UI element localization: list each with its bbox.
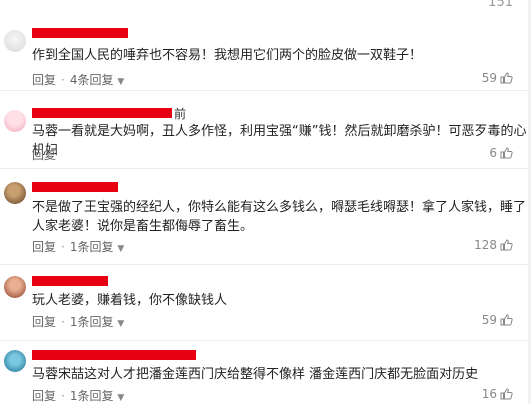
thumbs-up-icon	[500, 239, 513, 251]
like-count: 59	[481, 71, 497, 85]
chevron-down-icon: ▼	[117, 244, 125, 254]
thumbs-up-icon	[500, 72, 513, 84]
comment-text: 玩人老婆，赚着钱，你不像缺钱人	[32, 293, 228, 308]
comment-item: 前 马蓉一看就是大妈啊，丑人多作怪，利用宝强“赚”钱！然后就卸磨杀驴！可恶歹毒的…	[0, 90, 531, 169]
comment-item: 不是做了王宝强的经纪人，你特么能有这么多钱么，嘚瑟毛线嘚瑟！拿了人家钱，睡了人家…	[0, 168, 531, 265]
comment-text: 马蓉宋喆这对人才把潘金莲西门庆给整得不像样 潘金莲西门庆都无脸面对历史	[32, 367, 479, 382]
comment-meta: 回复 · 1条回复 ▼	[32, 240, 125, 254]
chevron-down-icon: ▼	[117, 77, 125, 87]
view-replies-link[interactable]: 4条回复	[70, 73, 114, 87]
comment-text: 马蓉一看就是大妈啊，丑人多作怪，利用宝强“赚”钱！然后就卸磨杀驴！可恶歹毒的心机…	[32, 124, 527, 158]
chevron-down-icon: ▼	[117, 393, 125, 403]
avatar[interactable]	[4, 182, 26, 204]
reply-button[interactable]: 回复	[32, 240, 56, 254]
thumbs-up-icon	[500, 314, 513, 326]
like-button[interactable]: 128	[474, 238, 513, 252]
previous-comment-likes[interactable]: 151	[488, 0, 513, 10]
comment-text: 不是做了王宝强的经纪人，你特么能有这么多钱么，嘚瑟毛线嘚瑟！拿了人家钱，睡了人家…	[32, 200, 527, 234]
reply-button[interactable]: 回复	[32, 389, 56, 403]
like-count: 128	[474, 238, 497, 252]
like-button[interactable]: 6	[489, 146, 513, 160]
avatar[interactable]	[4, 350, 26, 372]
like-button[interactable]: 59	[482, 71, 513, 85]
username-redacted	[32, 28, 128, 38]
view-replies-link[interactable]: 1条回复	[70, 240, 114, 254]
comment-text: 作到全国人民的唾弃也不容易！我想用它们两个的脸皮做一双鞋子！	[32, 48, 423, 63]
comment-feed: 151 作到全国人民的唾弃也不容易！我想用它们两个的脸皮做一双鞋子！ 回复 · 4条…	[0, 0, 531, 404]
comment-item: 玩人老婆，赚着钱，你不像缺钱人 回复 · 1条回复 ▼ 59	[0, 264, 531, 341]
reply-button[interactable]: 回复	[32, 315, 56, 329]
view-replies-link[interactable]: 1条回复	[70, 389, 114, 403]
comment-meta: 回复	[32, 146, 56, 163]
comment-meta: 回复 · 4条回复 ▼	[32, 73, 125, 87]
comment-item: 马蓉宋喆这对人才把潘金莲西门庆给整得不像样 潘金莲西门庆都无脸面对历史 回复 · 1…	[0, 340, 531, 404]
like-button[interactable]: 16	[482, 387, 513, 401]
avatar[interactable]	[4, 276, 26, 298]
like-count: 151	[488, 0, 513, 10]
view-replies-link[interactable]: 1条回复	[70, 315, 114, 329]
avatar[interactable]	[4, 30, 26, 52]
reply-button[interactable]: 回复	[32, 148, 56, 162]
username-redacted	[32, 182, 118, 192]
thumbs-up-icon	[500, 147, 513, 159]
like-count: 16	[481, 387, 497, 401]
comment-meta: 回复 · 1条回复 ▼	[32, 315, 125, 329]
username-redacted	[32, 108, 172, 118]
like-count: 6	[489, 146, 497, 160]
username-redacted	[32, 276, 108, 286]
chevron-down-icon: ▼	[117, 319, 125, 329]
username-suffix: 前	[174, 107, 187, 121]
comment-item: 作到全国人民的唾弃也不容易！我想用它们两个的脸皮做一双鞋子！ 回复 · 4条回复 ▼…	[0, 22, 531, 91]
like-button[interactable]: 59	[482, 313, 513, 327]
comment-meta: 回复 · 1条回复 ▼	[32, 389, 125, 403]
like-count: 59	[481, 313, 497, 327]
thumbs-up-icon	[500, 388, 513, 400]
reply-button[interactable]: 回复	[32, 73, 56, 87]
avatar[interactable]	[4, 110, 26, 132]
username-redacted	[32, 350, 196, 360]
